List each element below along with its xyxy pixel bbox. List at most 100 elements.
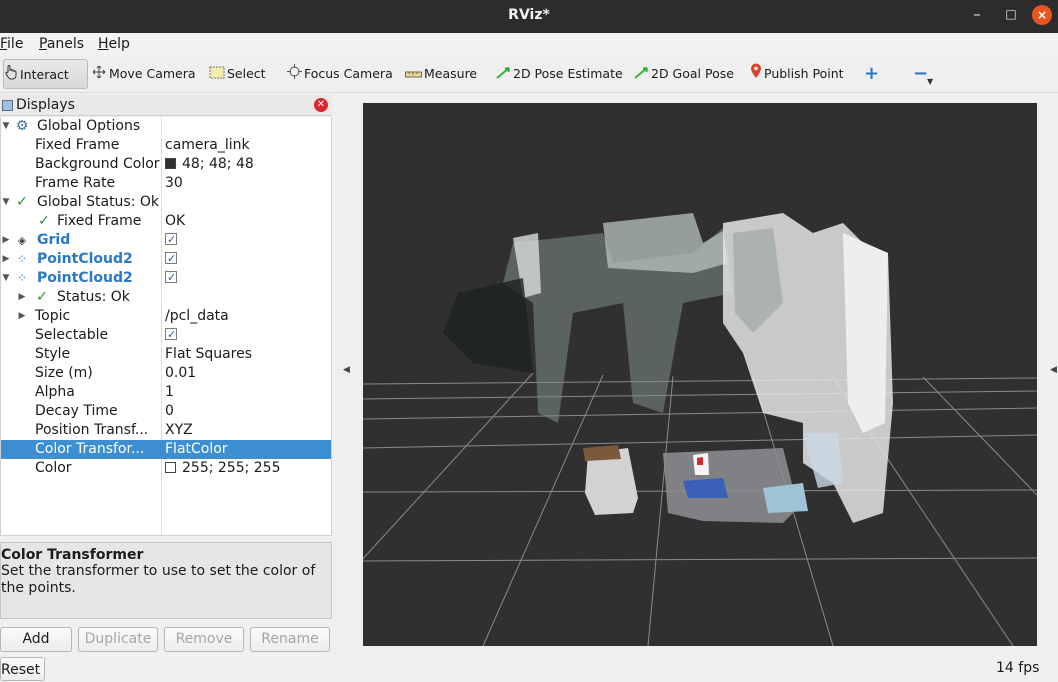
row-label: Fixed Frame [57, 213, 142, 229]
position-transformer-value[interactable]: XYZ [165, 421, 193, 440]
remove-tool-button[interactable]: − [913, 59, 928, 89]
move-arrows-icon [91, 60, 107, 90]
goal-pose-tool-button[interactable]: 2D Goal Pose [634, 59, 734, 89]
row-label: Style [35, 346, 71, 362]
displays-panel-header: Displays ✕ [0, 95, 332, 116]
expand-arrow-icon[interactable]: ▶ [17, 288, 27, 307]
tree-row-background-color[interactable]: Background Color 48; 48; 48 [1, 155, 331, 174]
fixed-frame-value[interactable]: camera_link [165, 136, 250, 155]
ruler-icon [405, 60, 422, 90]
duplicate-button[interactable]: Duplicate [78, 627, 158, 652]
select-tool-button[interactable]: Select [209, 59, 266, 89]
close-icon[interactable]: × [1032, 5, 1052, 25]
collapse-right-icon[interactable]: ◀ [1050, 365, 1057, 375]
tree-row-pointcloud2-b[interactable]: ▼ ⁘ PointCloud2 [1, 268, 331, 288]
expand-arrow-icon[interactable]: ▶ [1, 231, 11, 250]
tree-row-alpha[interactable]: Alpha 1 [1, 383, 331, 402]
expand-arrow-icon[interactable]: ▼ [1, 117, 11, 136]
tree-row-grid[interactable]: ▶ ◈ Grid [1, 230, 331, 250]
expand-arrow-icon[interactable]: ▶ [1, 250, 11, 269]
background-color-value[interactable]: 48; 48; 48 [165, 155, 254, 174]
publish-point-tool-button[interactable]: Publish Point [750, 59, 844, 89]
reset-button[interactable]: Reset [0, 657, 45, 681]
menu-file[interactable]: File [0, 33, 23, 55]
goal-pose-label: 2D Goal Pose [651, 66, 734, 81]
description-text: Set the transformer to use to set the co… [1, 563, 316, 596]
tree-row-color[interactable]: Color 255; 255; 255 [1, 459, 331, 478]
color-text: 48; 48; 48 [182, 156, 254, 172]
row-label: Frame Rate [35, 175, 116, 191]
size-value[interactable]: 0.01 [165, 364, 196, 383]
color-transformer-value[interactable]: FlatColor [165, 440, 228, 459]
expand-arrow-icon[interactable]: ▼ [1, 269, 11, 288]
row-label: Color [35, 460, 72, 476]
row-label: PointCloud2 [37, 251, 133, 267]
panel-close-icon[interactable]: ✕ [314, 98, 328, 112]
tree-row-decay-time[interactable]: Decay Time 0 [1, 402, 331, 421]
maximize-icon[interactable]: □ [1000, 0, 1022, 31]
alpha-value[interactable]: 1 [165, 383, 174, 402]
tree-row-topic[interactable]: ▶ Topic /pcl_data [1, 307, 331, 326]
displays-tree: ▼ ⚙ Global Options Fixed Frame camera_li… [0, 117, 332, 536]
render-viewport[interactable] [363, 103, 1037, 646]
row-label: Decay Time [35, 403, 118, 419]
topic-value[interactable]: /pcl_data [165, 307, 229, 326]
tree-row-fixed-frame[interactable]: Fixed Frame camera_link [1, 136, 331, 155]
title-bar: RViz* – □ × [0, 0, 1058, 33]
row-label: Status: Ok [57, 289, 130, 305]
pointcloud-shapes [443, 213, 893, 523]
green-arrow-icon [634, 60, 649, 90]
tree-row-selectable[interactable]: Selectable [1, 325, 331, 345]
check-icon: ✓ [16, 194, 28, 210]
minimize-icon[interactable]: – [966, 0, 988, 31]
color-text: 255; 255; 255 [182, 460, 281, 476]
remove-button[interactable]: Remove [164, 627, 244, 652]
row-label: Global Status: Ok [37, 194, 160, 210]
collapse-left-icon[interactable]: ◀ [343, 365, 350, 375]
tree-row-pointcloud2-a[interactable]: ▶ ⁘ PointCloud2 [1, 249, 331, 269]
pointcloud-b-enabled-checkbox[interactable] [165, 268, 177, 288]
selectable-checkbox[interactable] [165, 325, 177, 345]
grid-icon: ◈ [17, 234, 27, 247]
menu-help[interactable]: Help [98, 33, 130, 55]
focus-camera-tool-button[interactable]: Focus Camera [287, 59, 393, 89]
tree-row-size[interactable]: Size (m) 0.01 [1, 364, 331, 383]
monitor-icon [2, 100, 13, 111]
color-swatch [165, 158, 176, 169]
expand-arrow-icon[interactable]: ▼ [1, 193, 11, 212]
tree-row-global-options[interactable]: ▼ ⚙ Global Options [1, 117, 331, 136]
select-rect-icon [209, 60, 225, 90]
decay-time-value[interactable]: 0 [165, 402, 174, 421]
row-label: Fixed Frame [35, 137, 120, 153]
interact-label: Interact [20, 67, 69, 82]
add-button[interactable]: Add [0, 627, 72, 652]
tree-row-status-ok[interactable]: ▶ ✓ Status: Ok [1, 288, 331, 307]
frame-rate-value[interactable]: 30 [165, 174, 183, 193]
fps-counter: 14 fps [996, 660, 1040, 676]
tree-row-status-fixed-frame[interactable]: ✓ Fixed Frame OK [1, 212, 331, 231]
gear-icon: ⚙ [15, 118, 29, 134]
pointcloud-scene [363, 213, 1037, 646]
select-label: Select [227, 66, 266, 81]
color-value[interactable]: 255; 255; 255 [165, 459, 281, 478]
row-label: Alpha [35, 384, 75, 400]
move-camera-tool-button[interactable]: Move Camera [91, 59, 196, 89]
tree-row-color-transformer[interactable]: Color Transfor... FlatColor [1, 440, 331, 459]
add-tool-button[interactable]: + [864, 59, 879, 89]
grid-enabled-checkbox[interactable] [165, 230, 177, 250]
rename-button[interactable]: Rename [250, 627, 330, 652]
tree-row-position-transformer[interactable]: Position Transf... XYZ [1, 421, 331, 440]
toolbar-dropdown-icon[interactable]: ▼ [927, 67, 933, 97]
hand-pointer-icon [4, 61, 18, 91]
pointcloud-a-enabled-checkbox[interactable] [165, 249, 177, 269]
tree-row-frame-rate[interactable]: Frame Rate 30 [1, 174, 331, 193]
tree-row-global-status[interactable]: ▼ ✓ Global Status: Ok [1, 193, 331, 212]
pose-estimate-tool-button[interactable]: 2D Pose Estimate [496, 59, 623, 89]
menu-panels[interactable]: Panels [39, 33, 84, 55]
tree-row-style[interactable]: Style Flat Squares [1, 345, 331, 364]
focus-camera-label: Focus Camera [304, 66, 393, 81]
expand-arrow-icon[interactable]: ▶ [17, 307, 27, 326]
interact-tool-button[interactable]: Interact [3, 59, 88, 89]
style-value[interactable]: Flat Squares [165, 345, 252, 364]
measure-tool-button[interactable]: Measure [405, 59, 477, 89]
